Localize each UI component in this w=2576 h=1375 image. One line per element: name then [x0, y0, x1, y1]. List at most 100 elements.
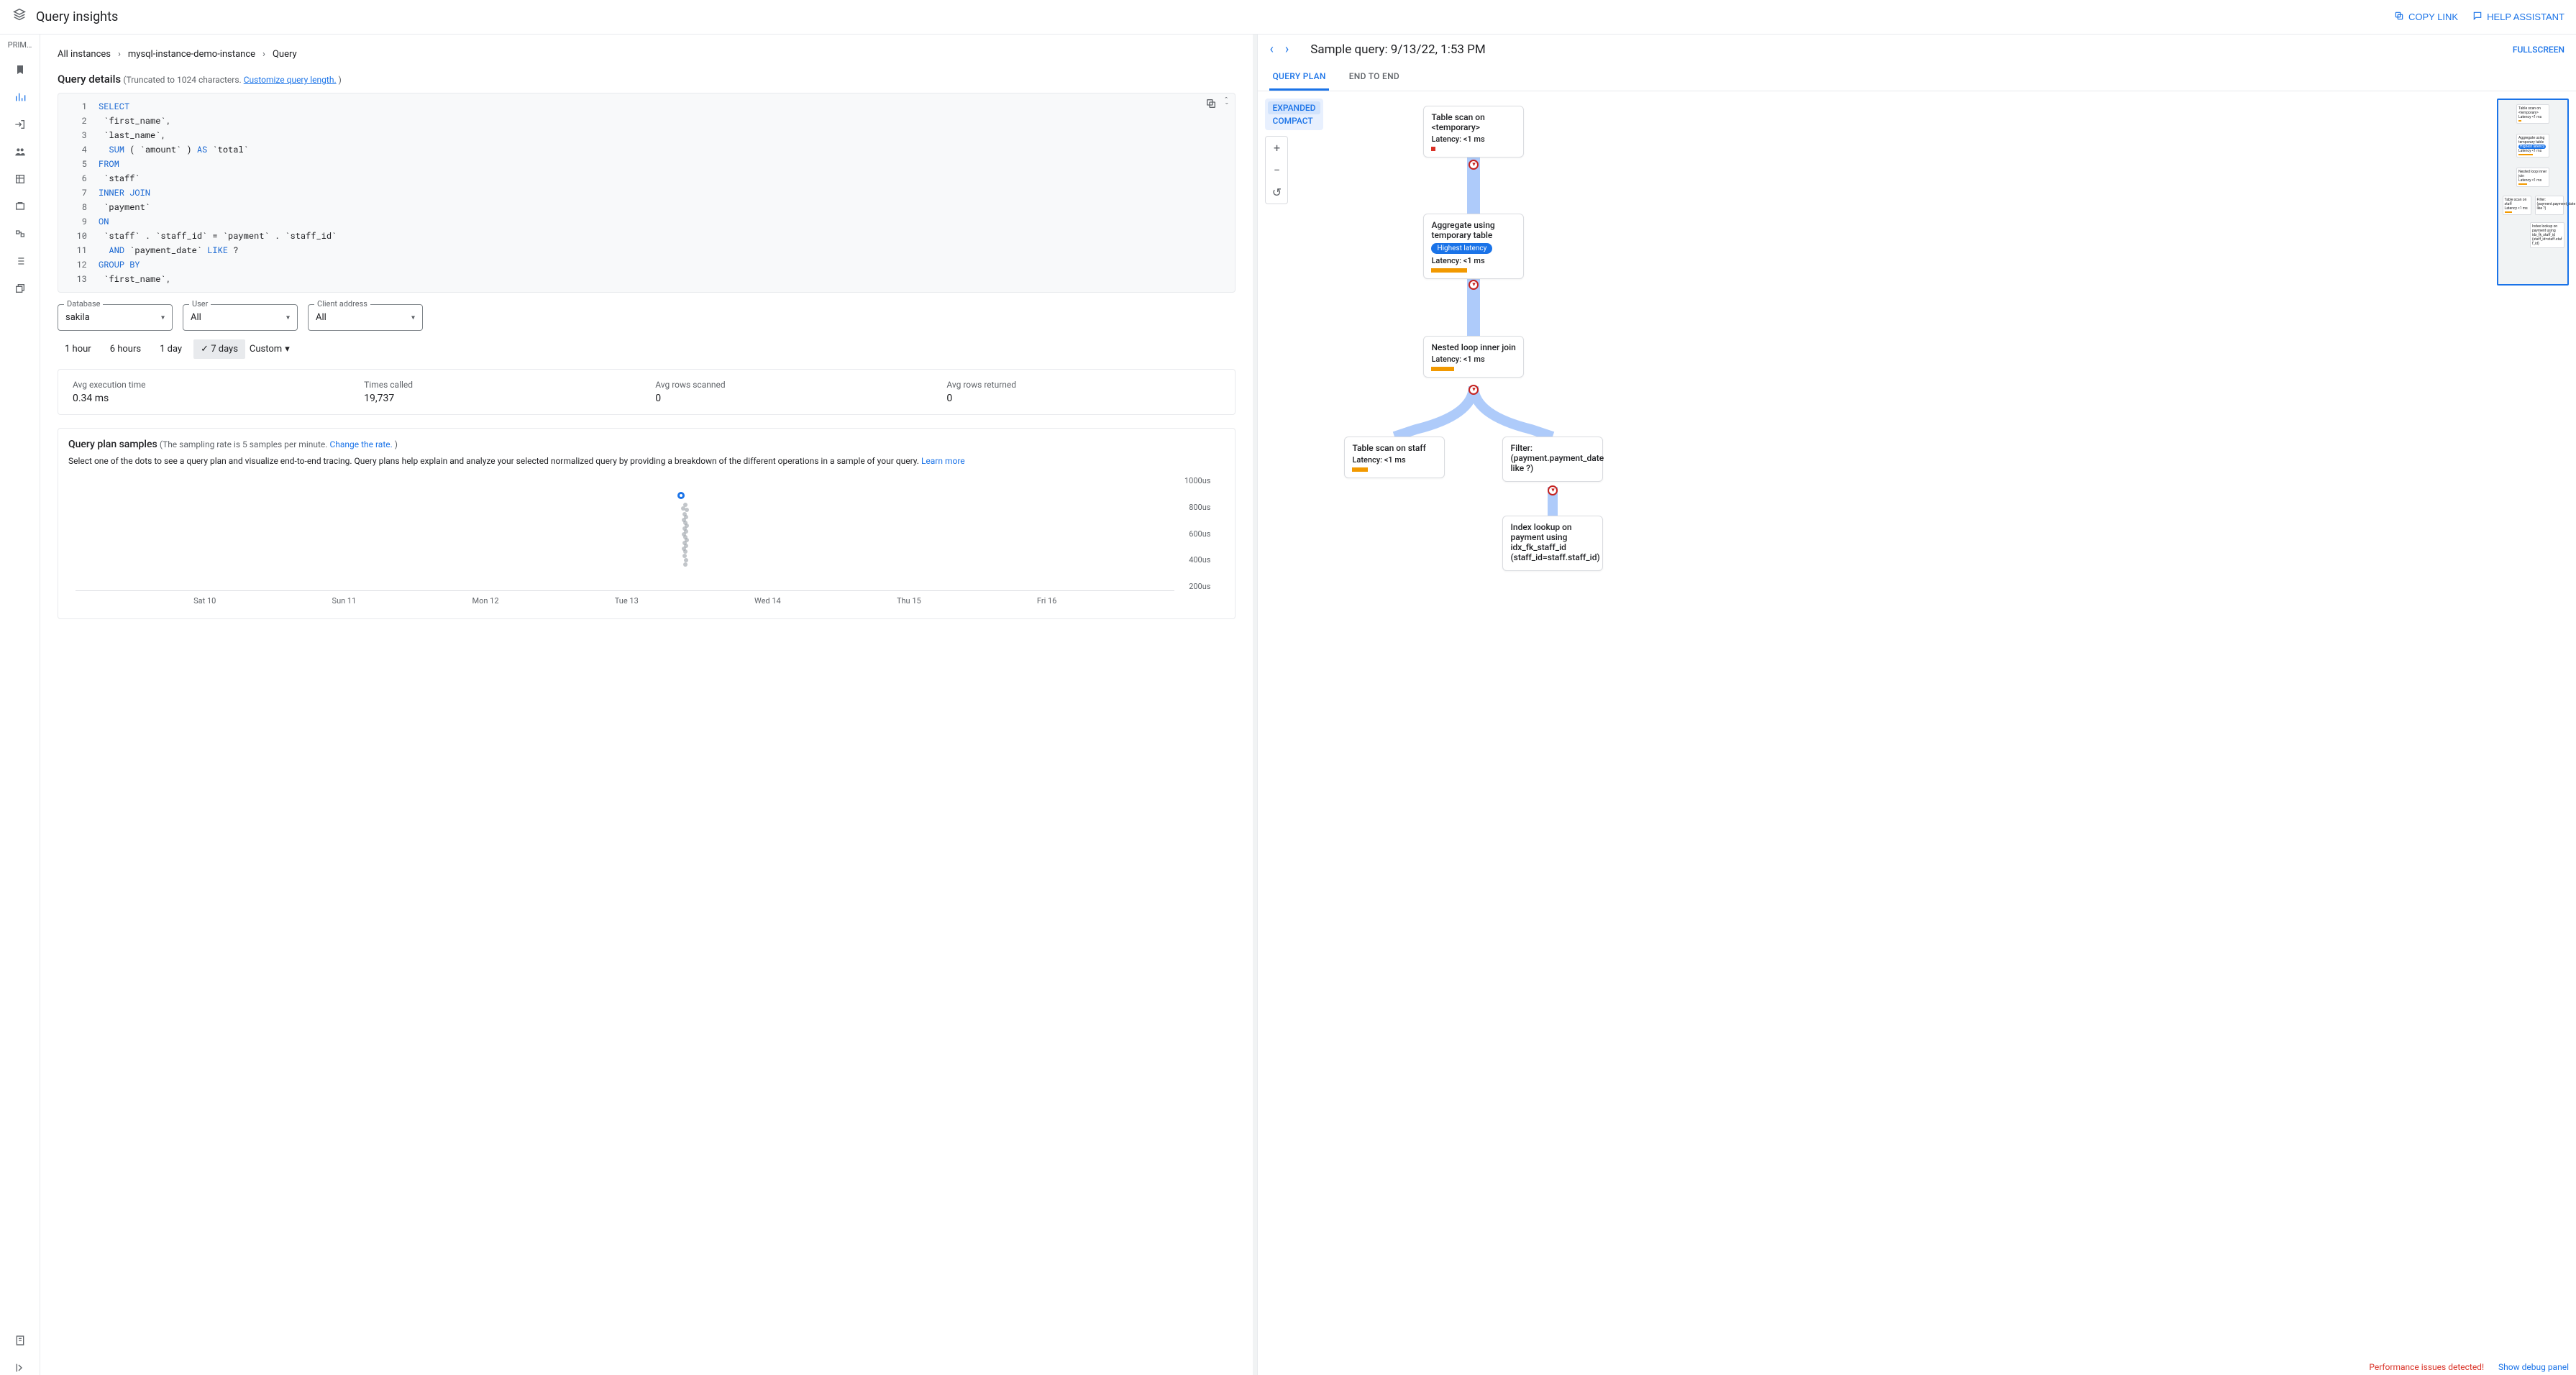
code-line: `last_name`, — [99, 129, 166, 141]
crumb-instance[interactable]: mysql-instance-demo-instance — [128, 49, 255, 60]
reset-zoom-icon[interactable]: ↺ — [1272, 181, 1282, 204]
code-line: `payment` — [99, 201, 150, 213]
time-1h[interactable]: 1 hour — [58, 339, 99, 359]
nav-users-icon[interactable] — [13, 145, 27, 159]
zoom-out-icon[interactable]: − — [1274, 159, 1280, 181]
x-tick: Sat 10 — [193, 596, 216, 606]
chevron-right-icon: › — [262, 49, 265, 60]
node-title: Table scan on staff — [1352, 443, 1437, 453]
nav-list-icon[interactable] — [13, 254, 27, 268]
nav-notes-icon[interactable] — [13, 1333, 27, 1348]
product-logo-icon — [12, 7, 27, 27]
y-tick: 1000us — [1174, 476, 1210, 485]
rows-returned-value: 0 — [946, 393, 1220, 404]
crumb-all-instances[interactable]: All instances — [58, 49, 111, 60]
learn-more-link[interactable]: Learn more — [921, 456, 965, 466]
prev-sample-button[interactable]: ‹ — [1269, 42, 1273, 57]
times-called-label: Times called — [364, 380, 638, 390]
code-line: `first_name`, — [99, 273, 171, 285]
time-6h[interactable]: 6 hours — [103, 339, 148, 359]
query-details-title: Query details — [58, 73, 121, 86]
expanded-toggle[interactable]: EXPANDED — [1268, 101, 1320, 114]
plan-node-index-lookup[interactable]: Index lookup on payment using idx_fk_sta… — [1502, 516, 1603, 571]
x-tick: Wed 14 — [754, 596, 781, 606]
database-select[interactable]: Databasesakila — [58, 304, 173, 331]
plan-node-table-scan-temp[interactable]: Table scan on <temporary> Latency: <1 ms — [1423, 106, 1524, 157]
nav-expand-icon[interactable] — [13, 1361, 27, 1375]
chart-selected-point[interactable] — [677, 492, 685, 499]
time-7d[interactable]: 7 days — [193, 339, 245, 359]
nav-table-icon[interactable] — [13, 172, 27, 186]
samples-title: Query plan samples — [68, 439, 157, 450]
compact-toggle[interactable]: COMPACT — [1268, 114, 1320, 127]
nav-insights-icon[interactable] — [13, 90, 27, 104]
crumb-query[interactable]: Query — [273, 49, 297, 60]
next-sample-button[interactable]: › — [1285, 42, 1289, 57]
user-select[interactable]: UserAll — [183, 304, 298, 331]
samples-scatter-chart[interactable]: 1000us 800us 600us 400us 200us — [76, 476, 1210, 606]
chart-plot-area — [76, 476, 1174, 591]
node-title: Aggregate using temporary table — [1431, 220, 1516, 240]
plan-node-table-scan-staff[interactable]: Table scan on staff Latency: <1 ms — [1344, 437, 1445, 478]
page-title: Query insights — [36, 9, 2394, 24]
rows-scanned-value: 0 — [655, 393, 929, 404]
plan-node-nested-loop[interactable]: Nested loop inner join Latency: <1 ms — [1423, 336, 1524, 378]
client-address-select[interactable]: Client addressAll — [308, 304, 423, 331]
y-tick: 200us — [1174, 582, 1210, 591]
nav-bookmark-icon[interactable] — [13, 63, 27, 77]
highest-latency-badge: Highest latency — [1431, 243, 1492, 254]
customize-length-link[interactable]: Customize query length. — [244, 75, 337, 85]
x-tick: Tue 13 — [615, 596, 639, 606]
stats-panel: Avg execution time0.34 ms Times called19… — [58, 369, 1236, 415]
node-latency: Latency: <1 ms — [1431, 355, 1516, 364]
samples-panel: Query plan samples (The sampling rate is… — [58, 428, 1236, 619]
fullscreen-button[interactable]: FULLSCREEN — [2513, 45, 2564, 55]
nav-login-icon[interactable] — [13, 117, 27, 132]
collapse-code-icon[interactable]: ˆˇ — [1224, 98, 1229, 114]
plan-junction-icon: ▾ — [1548, 485, 1558, 495]
nav-replica-icon[interactable] — [13, 227, 27, 241]
tab-query-plan[interactable]: QUERY PLAN — [1269, 64, 1328, 91]
nav-settings-icon[interactable] — [13, 281, 27, 296]
tab-end-to-end[interactable]: END TO END — [1346, 64, 1402, 91]
perf-warning: Performance issues detected! — [2369, 1362, 2484, 1372]
x-tick: Mon 12 — [472, 596, 499, 606]
breadcrumb: All instances › mysql-instance-demo-inst… — [58, 49, 1236, 60]
exec-time-value: 0.34 ms — [73, 393, 347, 404]
plan-node-aggregate[interactable]: Aggregate using temporary table Highest … — [1423, 214, 1524, 279]
code-line: `staff` — [99, 173, 140, 184]
zoom-in-icon[interactable]: + — [1274, 137, 1280, 159]
y-tick: 400us — [1174, 555, 1210, 565]
minimap[interactable]: Table scan on <temporary>Latency <1 ms A… — [2497, 99, 2569, 285]
code-line: SELECT — [99, 101, 129, 112]
copy-link-button[interactable]: COPY LINK — [2394, 11, 2458, 23]
node-title: Filter: (payment.payment_date like ?) — [1510, 443, 1595, 473]
left-nav: PRIM… — [0, 35, 40, 1375]
copy-icon — [2394, 11, 2404, 23]
rows-returned-label: Avg rows returned — [946, 380, 1220, 390]
sql-code-block: ˆˇ 1SELECT 2 `first_name`, 3 `last_name`… — [58, 93, 1236, 293]
close-paren: ) — [339, 75, 342, 85]
plan-node-filter[interactable]: Filter: (payment.payment_date like ?) — [1502, 437, 1603, 482]
node-latency: Latency: <1 ms — [1431, 134, 1516, 144]
close-paren: ) — [395, 439, 398, 449]
chevron-right-icon: › — [118, 49, 121, 60]
copy-code-icon[interactable] — [1205, 98, 1217, 114]
node-latency: Latency: <1 ms — [1431, 256, 1516, 265]
database-label: Database — [64, 299, 103, 309]
time-1d[interactable]: 1 day — [152, 339, 189, 359]
change-rate-link[interactable]: Change the rate. — [329, 439, 392, 449]
plan-edges — [1258, 91, 2576, 1375]
query-plan-viewer[interactable]: EXPANDED COMPACT + − ↺ Table scan on <te… — [1258, 91, 2576, 1375]
right-pane: ‹ › Sample query: 9/13/22, 1:53 PM FULLS… — [1257, 35, 2576, 1375]
rows-scanned-label: Avg rows scanned — [655, 380, 929, 390]
user-value: All — [191, 312, 201, 323]
help-assistant-button[interactable]: HELP ASSISTANT — [2472, 11, 2564, 23]
custom-label: Custom — [250, 344, 282, 355]
chart-cluster-dots — [680, 501, 690, 570]
copy-link-label: COPY LINK — [2408, 12, 2458, 22]
time-custom[interactable]: Custom ▾ — [250, 344, 290, 355]
help-label: HELP ASSISTANT — [2487, 12, 2564, 22]
nav-backup-icon[interactable] — [13, 199, 27, 214]
show-debug-link[interactable]: Show debug panel — [2498, 1362, 2569, 1372]
